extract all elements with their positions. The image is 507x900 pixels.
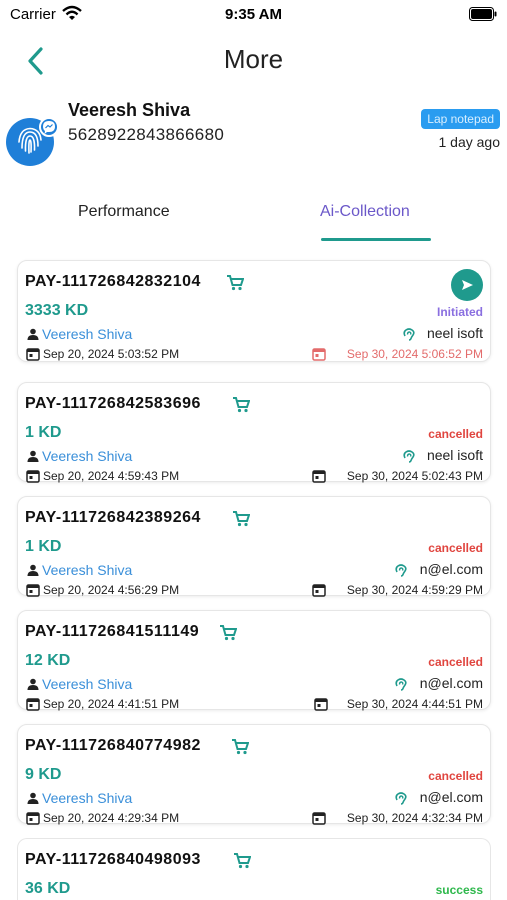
agent-link[interactable]: Veeresh Shiva [42,562,132,578]
payment-card[interactable]: PAY-111726842583696 1 KD cancelled Veere… [17,382,491,483]
ear-icon [403,450,415,463]
status-badge: cancelled [428,655,483,669]
user-id: 5628922843866680 [68,125,225,144]
status-badge: cancelled [428,541,483,555]
person-icon [27,328,39,340]
status-badge: cancelled [428,427,483,441]
start-date: Sep 20, 2024 4:29:34 PM [43,811,180,825]
end-date: Sep 30, 2024 5:06:52 PM [346,347,483,361]
payment-amount: 3333 KD [25,302,89,319]
contact-label: neel isoft [426,325,483,341]
payment-card[interactable]: PAY-111726840498093 36 KD success [17,838,491,900]
ear-icon [403,328,415,341]
payment-card[interactable]: PAY-111726842389264 1 KD cancelled Veere… [17,496,491,597]
payment-id: PAY-111726842832104 [25,273,201,290]
payment-amount: 1 KD [25,538,62,555]
device-tag-badge: Lap notepad [421,109,500,129]
user-name: Veeresh Shiva [68,100,191,120]
send-icon [462,280,473,290]
active-tab-indicator [321,238,431,241]
calendar-icon [312,812,326,825]
ear-icon [395,564,407,577]
cart-icon [233,511,250,527]
calendar-icon [26,812,40,825]
agent-link[interactable]: Veeresh Shiva [42,326,132,342]
status-badge: cancelled [428,769,483,783]
ear-icon [395,792,407,805]
end-date: Sep 30, 2024 4:44:51 PM [346,697,483,711]
person-icon [27,450,39,462]
calendar-icon [312,348,326,361]
agent-link[interactable]: Veeresh Shiva [42,448,132,464]
clock: 9:35 AM [225,6,282,23]
contact-label: n@el.com [419,561,483,577]
tab-ai-collection[interactable]: Ai-Collection [320,203,410,221]
contact-label: n@el.com [419,789,483,805]
calendar-icon [26,348,40,361]
battery-icon [469,7,497,21]
agent-link[interactable]: Veeresh Shiva [42,790,132,806]
end-date: Sep 30, 2024 4:59:29 PM [346,583,483,597]
cart-icon [233,397,250,413]
cart-icon [220,625,237,641]
payment-amount: 9 KD [25,766,62,783]
cart-icon [227,275,244,291]
calendar-icon [312,470,326,483]
calendar-icon [26,584,40,597]
last-seen-label: 1 day ago [438,134,501,150]
send-button[interactable] [451,269,483,301]
payment-card[interactable]: PAY-111726841511149 12 KD cancelled Veer… [17,610,491,711]
calendar-icon [314,698,328,711]
person-icon [27,678,39,690]
page-title: More [223,44,284,74]
payment-id: PAY-111726840498093 [25,851,201,868]
end-date: Sep 30, 2024 4:32:34 PM [346,811,483,825]
start-date: Sep 20, 2024 4:41:51 PM [43,697,180,711]
payment-id: PAY-111726840774982 [25,737,201,754]
start-date: Sep 20, 2024 4:59:43 PM [43,469,180,483]
start-date: Sep 20, 2024 4:56:29 PM [43,583,180,597]
payment-card[interactable]: PAY-111726842832104 3333 KD Initiated Ve… [17,260,491,362]
cart-icon [234,853,251,869]
payment-amount: 1 KD [25,424,62,441]
contact-label: neel isoft [426,447,483,463]
payment-id: PAY-111726842389264 [25,509,201,526]
agent-link[interactable]: Veeresh Shiva [42,676,132,692]
payment-amount: 12 KD [25,652,71,669]
person-icon [27,792,39,804]
calendar-icon [26,470,40,483]
payment-amount: 36 KD [25,880,71,897]
tab-performance[interactable]: Performance [78,203,170,221]
cart-icon [232,739,249,755]
ear-icon [395,678,407,691]
messenger-badge-icon [39,117,59,137]
end-date: Sep 30, 2024 5:02:43 PM [346,469,483,483]
calendar-icon [26,698,40,711]
calendar-icon [312,584,326,597]
payment-id: PAY-111726842583696 [25,395,201,412]
payment-card[interactable]: PAY-111726840774982 9 KD cancelled Veere… [17,724,491,825]
status-bar: Carrier 9:35 AM [0,0,507,30]
status-badge: success [435,883,483,897]
payment-id: PAY-111726841511149 [25,623,200,640]
status-badge: Initiated [436,305,483,319]
person-icon [27,564,39,576]
start-date: Sep 20, 2024 5:03:52 PM [43,347,180,361]
contact-label: n@el.com [419,675,483,691]
